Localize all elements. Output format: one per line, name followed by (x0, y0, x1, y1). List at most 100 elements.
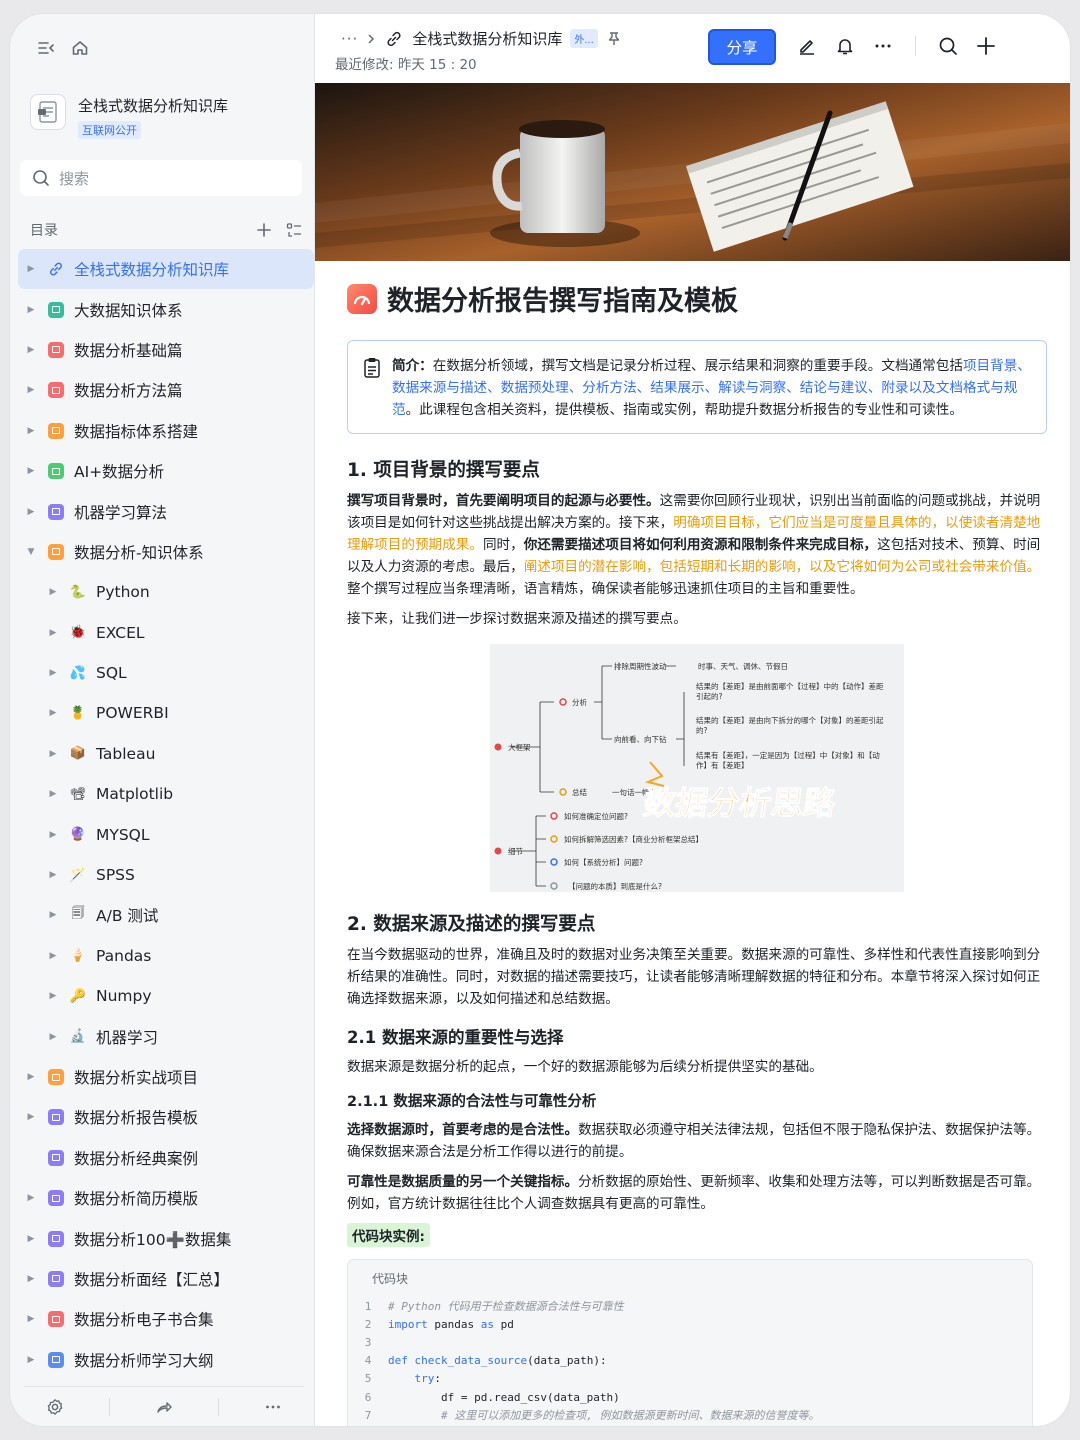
share-arrow-icon[interactable] (155, 1398, 173, 1416)
breadcrumb-doc-name[interactable]: 全栈式数据分析知识库 (412, 28, 562, 49)
chevron-right-icon[interactable]: ▶ (24, 1232, 38, 1246)
sidebar-item[interactable]: ▶ 数据分析电子书合集 (18, 1299, 314, 1339)
sidebar-item[interactable]: ▶ AI+数据分析 (18, 451, 314, 491)
chevron-right-icon[interactable]: ▶ (24, 1110, 38, 1124)
magic-wand-icon: 🪄 (69, 867, 87, 883)
public-badge: 互联网公开 (78, 121, 141, 139)
chevron-right-icon[interactable]: ▶ (46, 949, 60, 963)
share-button[interactable]: 分享 (708, 29, 776, 65)
sidebar-item[interactable]: ▶ 机器学习算法 (18, 491, 314, 531)
sidebar-item-label: Tableau (96, 744, 156, 763)
droplets-icon: 💦 (69, 665, 87, 681)
toc-list-icon[interactable] (286, 222, 302, 238)
toc-label: 目录 (30, 223, 58, 239)
chevron-right-icon[interactable]: ▶ (24, 1070, 38, 1084)
app-window: 全栈式数据分析知识库 互联网公开 搜索 目录 ▶ 全栈式数据分析知识库 ▶ 大数据知识… (10, 14, 1070, 1426)
add-page-icon[interactable] (256, 222, 272, 238)
code-text: try: (388, 1372, 442, 1385)
sidebar-item[interactable]: ▶ 数据分析报告模板 (18, 1097, 314, 1137)
sidebar-item[interactable]: ▶ 🐍 Python (18, 572, 314, 612)
sidebar-item[interactable]: 数据分析经典案例 (18, 1138, 314, 1178)
notification-bell-icon[interactable] (835, 36, 855, 56)
sidebar-item[interactable]: ▶ 📽 Matplotlib (18, 774, 314, 814)
chevron-right-icon[interactable]: ▶ (46, 706, 60, 720)
code-block[interactable]: 代码块 1 # Python 代码用于检查数据源合法性与可靠性 2 import pa… (347, 1259, 1033, 1426)
sidebar: 全栈式数据分析知识库 互联网公开 搜索 目录 ▶ 全栈式数据分析知识库 ▶ 大数据知识… (10, 14, 315, 1426)
sidebar-item[interactable]: ▶ 🔮 MYSQL (18, 814, 314, 854)
subsubsection-heading: 2.1.1 数据来源的合法性与可靠性分析 (347, 1094, 597, 1110)
chevron-right-icon[interactable]: ▶ (24, 424, 38, 438)
pin-icon[interactable] (606, 31, 622, 47)
sidebar-item[interactable]: ▶ 数据分析面经【汇总】 (18, 1259, 314, 1299)
chevron-right-icon[interactable]: ▶ (24, 303, 38, 317)
chevron-right-icon[interactable]: ▶ (24, 505, 38, 519)
sidebar-item[interactable]: ▶ 🔬 机器学习 (18, 1016, 314, 1056)
sidebar-item[interactable]: ▶ 数据分析方法篇 (18, 370, 314, 410)
chevron-right-icon[interactable]: ▶ (24, 343, 38, 357)
sidebar-item[interactable]: ▶ 数据分析实战项目 (18, 1057, 314, 1097)
chevron-right-icon[interactable]: ▶ (46, 747, 60, 761)
doc-header: ··· 全栈式数据分析知识库 外... 最近修改: 昨天 15 : 20 分享 (315, 14, 1070, 83)
sidebar-item[interactable]: ▶ 🐞 EXCEL (18, 613, 314, 653)
line-number: 3 (364, 1335, 372, 1349)
sidebar-item[interactable]: ▶ 数据分析100➕数据集 (18, 1218, 314, 1258)
chevron-right-icon[interactable]: ▶ (24, 262, 38, 276)
chevron-right-icon[interactable]: ▶ (46, 908, 60, 922)
line-number: 7 (364, 1408, 372, 1422)
chevron-right-icon[interactable]: ▶ (24, 1191, 38, 1205)
breadcrumb-more[interactable]: ··· (341, 30, 358, 48)
chevron-right-icon[interactable]: ▶ (46, 868, 60, 882)
sidebar-item[interactable]: ▶ 🍦 Pandas (18, 936, 314, 976)
code-example-tag: 代码块实例: (347, 1223, 430, 1247)
settings-icon[interactable] (46, 1398, 64, 1416)
chevron-right-icon[interactable]: ▶ (46, 787, 60, 801)
highlight-paragraph: 数据来源是数据分析的起点，一个好的数据源能够为后续分析提供坚实的基础。 (347, 1059, 823, 1075)
mindmap-node: 如何准确定位问题? (564, 811, 628, 821)
search-input[interactable]: 搜索 (20, 160, 302, 196)
chevron-right-icon[interactable] (24, 1151, 38, 1165)
add-icon[interactable] (976, 36, 996, 56)
chevron-right-icon[interactable]: ▶ (24, 383, 38, 397)
sidebar-item[interactable]: ▶ 📦 Tableau (18, 734, 314, 774)
chevron-right-icon[interactable]: ▶ (46, 989, 60, 1003)
breadcrumb: ··· 全栈式数据分析知识库 外... (341, 28, 622, 49)
board-icon (46, 1107, 66, 1127)
chevron-down-icon[interactable]: ▼ (24, 545, 38, 559)
mindmap-node: 向前看、向下钻 (614, 734, 667, 744)
search-icon[interactable] (938, 36, 958, 56)
collapse-sidebar-icon[interactable] (36, 38, 56, 58)
sidebar-item[interactable]: ▶ 数据分析简历模版 (18, 1178, 314, 1218)
sidebar-item[interactable]: ▶ 数据指标体系搭建 (18, 411, 314, 451)
highlight-text: 阐述项目的潜在影响，包括短期和长期的影响，以及它将如何为公司或社会带来价值。 (523, 559, 1041, 575)
workspace-header[interactable]: 全栈式数据分析知识库 互联网公开 (30, 94, 228, 139)
chevron-right-icon[interactable]: ▶ (24, 1312, 38, 1326)
more-options-icon[interactable] (873, 36, 893, 56)
code-line: 2 import pandas as pd (348, 1315, 1032, 1333)
sidebar-item[interactable]: ▶ 数据分析基础篇 (18, 330, 314, 370)
home-icon[interactable] (70, 38, 90, 58)
chevron-right-icon[interactable]: ▶ (46, 585, 60, 599)
sidebar-item[interactable]: ▶ 🪄 SPSS (18, 855, 314, 895)
sidebar-item[interactable]: ▶ 数据分析师学习大纲 (18, 1340, 314, 1380)
sidebar-item-label: Pandas (96, 946, 152, 965)
more-icon[interactable] (264, 1398, 282, 1416)
chevron-right-icon[interactable]: ▶ (24, 464, 38, 478)
sidebar-item[interactable]: ▶ 🔑 Numpy (18, 976, 314, 1016)
sidebar-item[interactable]: ▶ 全栈式数据分析知识库 (18, 249, 314, 290)
sidebar-item[interactable]: ▶ 🗐 A/B 测试 (18, 895, 314, 935)
link-icon (46, 259, 66, 279)
sidebar-item[interactable]: ▶ 大数据知识体系 (18, 289, 314, 329)
chevron-right-icon[interactable]: ▶ (24, 1353, 38, 1367)
sidebar-item[interactable]: ▶ 💦 SQL (18, 653, 314, 693)
sidebar-item[interactable]: ▼ 数据分析-知识体系 (18, 532, 314, 572)
chevron-right-icon[interactable]: ▶ (46, 828, 60, 842)
chevron-right-icon[interactable]: ▶ (24, 1272, 38, 1286)
chevron-right-icon[interactable]: ▶ (46, 1030, 60, 1044)
chevron-right-icon[interactable]: ▶ (46, 626, 60, 640)
edit-icon[interactable] (797, 36, 817, 56)
board-icon (46, 502, 66, 522)
chevron-right-icon[interactable]: ▶ (46, 666, 60, 680)
sidebar-item-label: EXCEL (96, 623, 145, 642)
sidebar-item[interactable]: ▶ 🍍 POWERBI (18, 693, 314, 733)
